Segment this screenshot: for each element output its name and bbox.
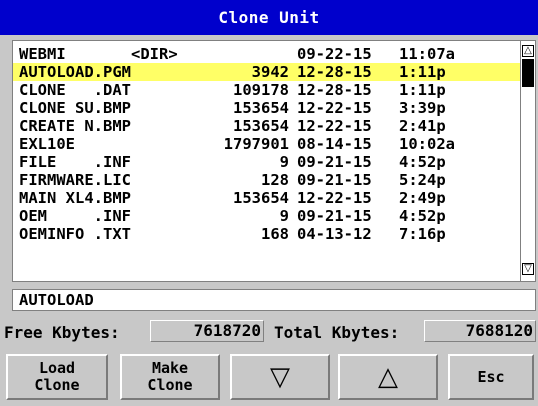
file-size: 1797901: [223, 135, 289, 153]
make-clone-button[interactable]: Make Clone: [120, 354, 220, 400]
down-triangle-icon: ▽: [270, 361, 290, 392]
file-name: WEBMI: [19, 45, 66, 63]
file-row[interactable]: AUTOLOAD.PGM 3942 12-28-15 1:11p: [13, 63, 520, 81]
file-name: CLONE .DAT: [19, 81, 131, 99]
file-row[interactable]: FIRMWARE.LIC 128 09-21-15 5:24p: [13, 171, 520, 189]
file-name: FILE .INF: [19, 153, 131, 171]
file-size: 9: [279, 153, 289, 171]
file-row[interactable]: OEMINFO .TXT 168 04-13-12 7:16p: [13, 225, 520, 243]
file-row[interactable]: CREATE N.BMP 153654 12-22-15 2:41p: [13, 117, 520, 135]
make-clone-label: Make Clone: [147, 359, 193, 394]
file-name: FIRMWARE.LIC: [19, 171, 131, 189]
file-time: 5:24p: [399, 171, 446, 189]
file-name: CREATE N.BMP: [19, 117, 131, 135]
file-size: 3942: [251, 63, 289, 81]
file-list[interactable]: WEBMI <DIR> 09-22-15 11:07a AUTOLOAD.PGM 3942…: [13, 45, 520, 243]
title-bar: Clone Unit: [0, 0, 538, 35]
scroll-down-button[interactable]: ▽: [230, 354, 330, 400]
file-time: 10:02a: [399, 135, 455, 153]
file-row[interactable]: MAIN XL4.BMP 153654 12-22-15 2:49p: [13, 189, 520, 207]
file-size: 168: [261, 225, 289, 243]
file-size: 153654: [233, 189, 289, 207]
free-kbytes-label: Free Kbytes:: [4, 323, 120, 342]
file-date: 12-28-15: [297, 81, 372, 99]
file-size: 128: [261, 171, 289, 189]
file-row[interactable]: EXL10E 1797901 08-14-15 10:02a: [13, 135, 520, 153]
file-time: 3:39p: [399, 99, 446, 117]
file-time: 1:11p: [399, 81, 446, 99]
load-clone-label: Load Clone: [34, 359, 80, 394]
softkey-bar: Load Clone Make Clone ▽ △ Esc: [0, 354, 538, 406]
file-time: 11:07a: [399, 45, 455, 63]
file-date: 09-21-15: [297, 207, 372, 225]
scrollbar[interactable]: △ ▽: [520, 41, 535, 281]
file-date: 12-28-15: [297, 63, 372, 81]
file-time: 7:16p: [399, 225, 446, 243]
up-triangle-icon: △: [378, 361, 398, 392]
scroll-thumb[interactable]: [522, 59, 534, 87]
file-row[interactable]: CLONE .DAT 109178 12-28-15 1:11p: [13, 81, 520, 99]
file-row[interactable]: WEBMI <DIR> 09-22-15 11:07a: [13, 45, 520, 63]
scroll-up-button[interactable]: △: [338, 354, 438, 400]
file-list-panel: WEBMI <DIR> 09-22-15 11:07a AUTOLOAD.PGM 3942…: [12, 40, 536, 282]
file-time: 1:11p: [399, 63, 446, 81]
file-row[interactable]: FILE .INF 9 09-21-15 4:52p: [13, 153, 520, 171]
file-time: 4:52p: [399, 207, 446, 225]
free-kbytes-value: 7618720: [150, 320, 264, 342]
kbytes-row: Free Kbytes: 7618720 Total Kbytes: 76881…: [0, 318, 538, 346]
file-name: MAIN XL4.BMP: [19, 189, 131, 207]
file-dir-tag: <DIR>: [131, 45, 178, 63]
total-kbytes-label: Total Kbytes:: [274, 323, 400, 342]
file-size: 153654: [233, 99, 289, 117]
load-clone-button[interactable]: Load Clone: [6, 354, 108, 400]
file-name: OEMINFO .TXT: [19, 225, 131, 243]
file-date: 04-13-12: [297, 225, 372, 243]
file-date: 12-22-15: [297, 189, 372, 207]
file-date: 09-21-15: [297, 153, 372, 171]
scroll-up-arrow-icon[interactable]: △: [522, 45, 534, 57]
total-kbytes-value: 7688120: [424, 320, 536, 342]
file-size: 153654: [233, 117, 289, 135]
file-row[interactable]: OEM .INF 9 09-21-15 4:52p: [13, 207, 520, 225]
selected-file-field[interactable]: AUTOLOAD: [12, 289, 536, 311]
file-name: CLONE SU.BMP: [19, 99, 131, 117]
file-time: 2:41p: [399, 117, 446, 135]
file-date: 09-21-15: [297, 171, 372, 189]
scroll-down-arrow-icon[interactable]: ▽: [522, 263, 534, 275]
file-time: 4:52p: [399, 153, 446, 171]
file-name: AUTOLOAD.PGM: [19, 63, 131, 81]
esc-button[interactable]: Esc: [448, 354, 534, 400]
file-date: 12-22-15: [297, 117, 372, 135]
file-name: OEM .INF: [19, 207, 131, 225]
window-title: Clone Unit: [218, 8, 320, 27]
file-name: EXL10E: [19, 135, 75, 153]
file-time: 2:49p: [399, 189, 446, 207]
file-row[interactable]: CLONE SU.BMP 153654 12-22-15 3:39p: [13, 99, 520, 117]
file-size: 9: [279, 207, 289, 225]
file-size: 109178: [233, 81, 289, 99]
file-date: 09-22-15: [297, 45, 372, 63]
esc-label: Esc: [477, 367, 505, 386]
file-date: 08-14-15: [297, 135, 372, 153]
file-date: 12-22-15: [297, 99, 372, 117]
